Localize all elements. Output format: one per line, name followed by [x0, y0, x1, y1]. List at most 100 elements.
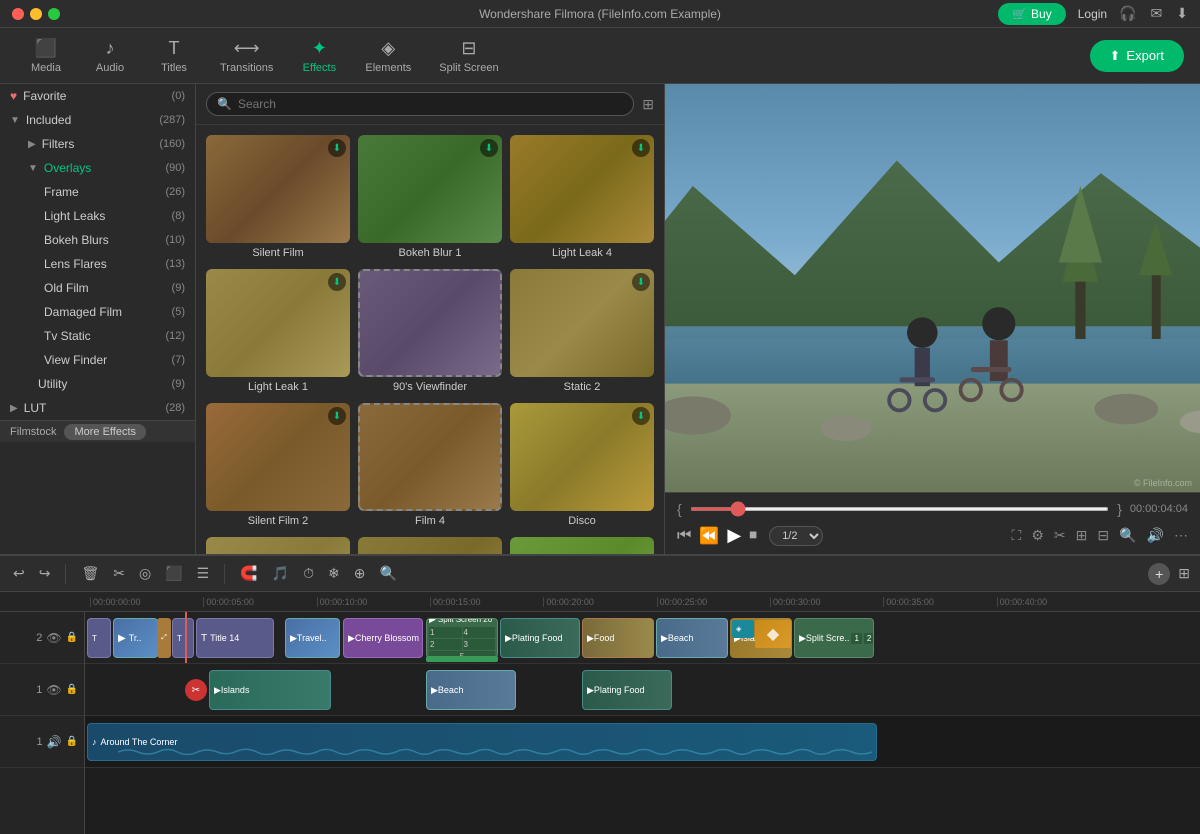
clip-plating-food-track1[interactable]: ▶Plating Food — [582, 670, 672, 710]
speed-button[interactable]: ⏱ — [300, 562, 317, 585]
effect-extremely-dirty-film[interactable]: Extremely Dirty Film — [358, 537, 502, 554]
effect-light-leak-1[interactable]: ⬇ Light Leak 1 — [206, 269, 350, 395]
transition-1[interactable]: ⤢ — [157, 618, 171, 658]
toolbar-titles[interactable]: T Titles — [144, 32, 204, 80]
download-icon-lightleak1[interactable]: ⬇ — [328, 273, 346, 291]
clip-t2[interactable]: T — [172, 618, 194, 658]
effect-silent-film-2[interactable]: ⬇ Silent Film 2 — [206, 403, 350, 529]
timeline-grid-button[interactable]: ⊞ — [1178, 565, 1190, 582]
merge-button[interactable]: ⊕ — [351, 562, 369, 585]
download-icon-silentfilm2[interactable]: ⬇ — [328, 407, 346, 425]
sidebar-subitem-lightleaks[interactable]: Light Leaks (8) — [0, 204, 195, 228]
toolbar-audio[interactable]: ♪ Audio — [80, 32, 140, 80]
clip-travel-1[interactable]: ▶Tr.. — [113, 618, 158, 658]
close-button[interactable] — [12, 8, 24, 20]
mail-icon[interactable]: ✉ — [1151, 5, 1163, 22]
play-button[interactable]: ▶ — [727, 525, 741, 546]
magnet-button[interactable]: 🧲 — [237, 562, 260, 585]
sidebar-subitem-damagedfilm[interactable]: Damaged Film (5) — [0, 300, 195, 324]
eye-icon-2[interactable]: 👁 — [46, 631, 61, 645]
more-effects-button[interactable]: More Effects — [64, 424, 146, 440]
sidebar-item-lut[interactable]: ▶ LUT (28) — [0, 396, 195, 420]
sidebar-subitem-viewfinder[interactable]: View Finder (7) — [0, 348, 195, 372]
clip-split-screen-end[interactable]: ▶Split Scre.. 1 2 — [794, 618, 874, 658]
toolbar-splitscreen[interactable]: ⊟ Split Screen — [427, 32, 510, 80]
frame-back-button[interactable]: ⏪ — [699, 526, 719, 546]
sidebar-subitem-oldfilm[interactable]: Old Film (9) — [0, 276, 195, 300]
download-icon[interactable]: ⬇ — [1176, 5, 1188, 22]
lock-icon-audio[interactable]: 🔒 — [66, 736, 78, 747]
maximize-button[interactable] — [48, 8, 60, 20]
skip-back-button[interactable]: ⏮ — [677, 527, 691, 545]
clip-plating-food[interactable]: ▶Plating Food — [500, 618, 580, 658]
headset-icon[interactable]: 🎧 — [1119, 5, 1136, 22]
toolbar-elements[interactable]: ◈ Elements — [353, 32, 423, 80]
clip-islands-track1[interactable]: ▶Islands — [209, 670, 331, 710]
sidebar-item-favorite[interactable]: ♥ Favorite (0) — [0, 84, 195, 108]
sidebar-subitem-tvstatic[interactable]: Tv Static (12) — [0, 324, 195, 348]
delete-button[interactable]: 🗑 — [78, 562, 102, 585]
clip-food[interactable]: ▶Food — [582, 618, 654, 658]
buy-button[interactable]: 🛒 Buy — [998, 3, 1066, 25]
effect-static-2[interactable]: ⬇ Static 2 — [510, 269, 654, 395]
volume-icon[interactable]: 🔊 — [1147, 527, 1164, 544]
lock-icon-2[interactable]: 🔒 — [66, 632, 78, 643]
effect-vhs-distortion-bad[interactable]: VHS Distortion Bad — [510, 537, 654, 554]
grid-view-button[interactable]: ⊞ — [642, 96, 654, 113]
clip-beach[interactable]: ▶Beach — [656, 618, 728, 658]
effect-film-4[interactable]: Film 4 — [358, 403, 502, 529]
settings-icon[interactable]: ⚙ — [1031, 527, 1044, 544]
export-button[interactable]: ⬆ Export — [1090, 40, 1184, 72]
crop-icon[interactable]: ✂ — [1054, 527, 1066, 544]
lock-icon-1[interactable]: 🔒 — [66, 684, 78, 695]
compare-icon[interactable]: ⊟ — [1097, 527, 1109, 544]
fullscreen-icon[interactable]: ⛶ — [1012, 527, 1022, 544]
clip-travel-2[interactable]: ▶Travel.. — [285, 618, 340, 658]
search-input[interactable] — [238, 97, 623, 111]
sidebar-item-filters[interactable]: ▶ Filters (160) — [0, 132, 195, 156]
split-audio-button[interactable]: ☰ — [194, 562, 213, 585]
freeze-button[interactable]: ❄ — [325, 562, 343, 585]
sidebar-item-utility[interactable]: Utility (9) — [0, 372, 195, 396]
copy-button[interactable]: ◎ — [136, 562, 154, 585]
preview-scrubber[interactable] — [690, 507, 1110, 511]
effect-disco[interactable]: ⬇ Disco — [510, 403, 654, 529]
crop-timeline-button[interactable]: ⬛ — [162, 562, 185, 585]
sidebar-subitem-bokehblurs[interactable]: Bokeh Blurs (10) — [0, 228, 195, 252]
clip-t1[interactable]: T — [87, 618, 111, 658]
undo-button[interactable]: ↩ — [10, 562, 28, 585]
audio-detach-button[interactable]: 🎵 — [269, 562, 292, 585]
login-button[interactable]: Login — [1078, 7, 1107, 21]
layout-icon[interactable]: ⊞ — [1076, 527, 1088, 544]
sidebar-subitem-frame[interactable]: Frame (26) — [0, 180, 195, 204]
effect-sparkle[interactable]: Sparkle — [206, 537, 350, 554]
stop-button[interactable]: ⏹ — [749, 527, 757, 545]
toolbar-media[interactable]: ⬛ Media — [16, 32, 76, 80]
sidebar-subitem-lensflares[interactable]: Lens Flares (13) — [0, 252, 195, 276]
eye-icon-1[interactable]: 👁 — [46, 683, 61, 697]
toolbar-transitions[interactable]: ⟷ Transitions — [208, 32, 285, 80]
download-icon-disco[interactable]: ⬇ — [632, 407, 650, 425]
effect-silent-film[interactable]: ⬇ Silent Film — [206, 135, 350, 261]
download-icon-silent-film[interactable]: ⬇ — [328, 139, 346, 157]
sidebar-item-included[interactable]: ▼ Included (287) — [0, 108, 195, 132]
minimize-button[interactable] — [30, 8, 42, 20]
effect-light-leak-4[interactable]: ⬇ Light Leak 4 — [510, 135, 654, 261]
sidebar-item-overlays[interactable]: ▼ Overlays (90) — [0, 156, 195, 180]
cut-marker[interactable]: ✂ — [185, 679, 207, 701]
download-icon-lightleak4[interactable]: ⬇ — [632, 139, 650, 157]
audio-icon-track[interactable]: 🔊 — [47, 735, 62, 749]
clip-title-14[interactable]: TTitle 14 — [196, 618, 274, 658]
add-track-button[interactable]: + — [1148, 563, 1170, 585]
more-icon[interactable]: ⋯ — [1174, 527, 1188, 544]
clip-beach-track1[interactable]: ▶Beach — [426, 670, 516, 710]
clip-diamond[interactable]: ◆ — [755, 620, 791, 648]
zoom-out-button[interactable]: 🔍 — [376, 562, 399, 585]
effect-bokeh-blur-1[interactable]: ⬇ Bokeh Blur 1 — [358, 135, 502, 261]
download-icon-static2[interactable]: ⬇ — [632, 273, 650, 291]
zoom-icon[interactable]: 🔍 — [1119, 527, 1136, 544]
clip-split-screen-26[interactable]: ▶Split Screen 26 1 4 2 3 5 — [426, 618, 498, 658]
playback-rate-select[interactable]: 1/2 1/4 1 2 — [769, 526, 823, 546]
clip-teal-small[interactable]: ◈ — [732, 620, 754, 638]
cut-button[interactable]: ✂ — [110, 562, 128, 585]
